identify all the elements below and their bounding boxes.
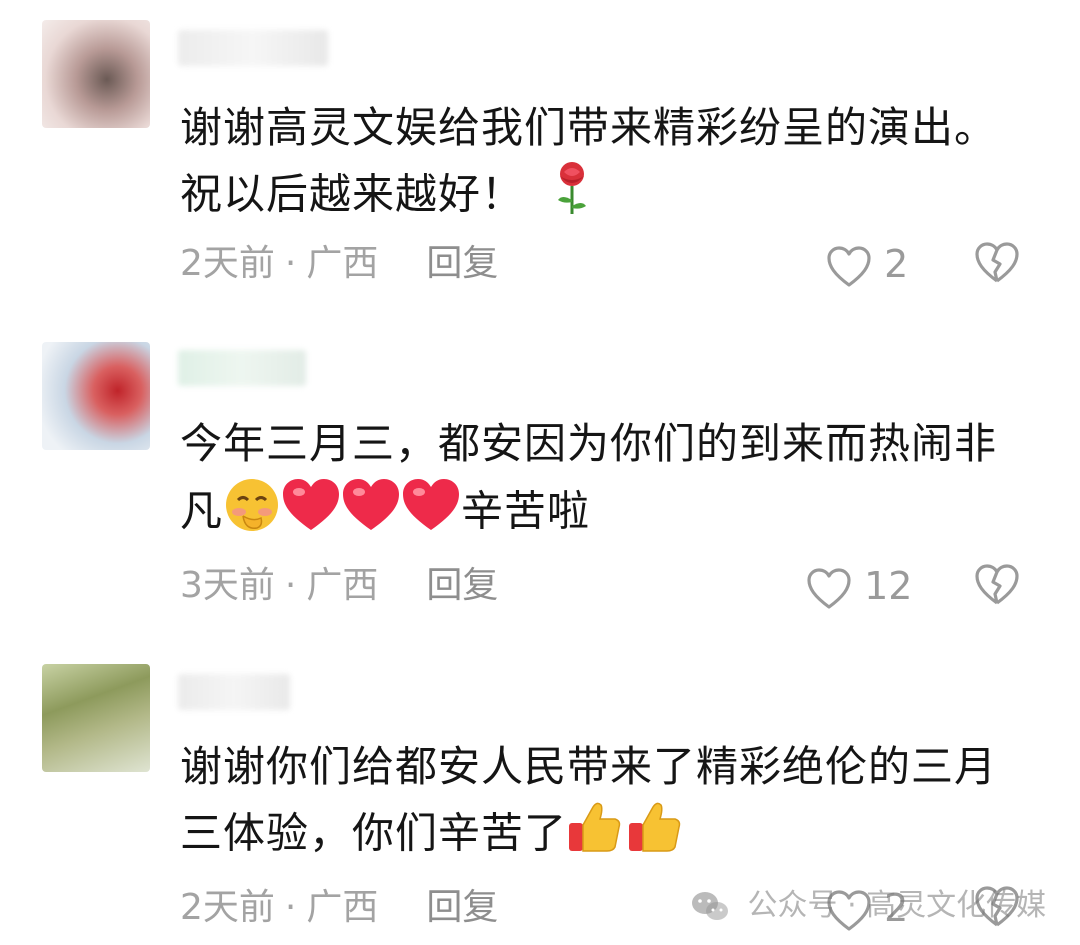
comment-meta: 3天前 · 广西 回复 [180, 562, 498, 610]
heart-icon [827, 245, 871, 287]
comment-text: 谢谢高灵文娱给我们带来精彩纷呈的演出。 祝以后越来越好！ [180, 96, 1050, 234]
timestamp: 3天前 [180, 565, 275, 606]
separator-dot: · [284, 243, 297, 284]
like-button[interactable]: 12 [806, 562, 912, 610]
comment-text: 今年三月三，都安因为你们的到来而热闹非 凡 辛苦啦 [180, 412, 1050, 552]
like-button[interactable]: 2 [826, 240, 908, 288]
thumbs-up-icon [627, 799, 683, 873]
username-blurred[interactable] [178, 30, 328, 66]
watermark-text: 公众号 · 高灵文化传媒 [747, 888, 1047, 923]
separator-dot: · [284, 887, 297, 928]
reply-button[interactable]: 回复 [426, 243, 498, 284]
like-count: 12 [864, 564, 913, 608]
broken-heart-icon [975, 564, 1019, 605]
comment-text-line: 今年三月三，都安因为你们的到来而热闹非 [180, 419, 998, 468]
region-label: 广西 [306, 243, 379, 284]
region-label: 广西 [306, 887, 379, 928]
comment-meta: 2天前 · 广西 回复 [180, 884, 498, 932]
dislike-button[interactable] [974, 242, 1020, 288]
like-count: 2 [884, 242, 909, 286]
comment-text-segment: 辛苦啦 [461, 486, 591, 536]
comment-text-line: 谢谢你们给都安人民带来了精彩绝伦的三月 [180, 742, 998, 791]
comment-meta: 2天前 · 广西 回复 [180, 240, 498, 288]
wechat-icon [692, 891, 728, 920]
rose-icon [552, 160, 592, 234]
timestamp: 2天前 [180, 887, 275, 928]
red-heart-icon [341, 478, 401, 550]
dislike-button[interactable] [974, 564, 1020, 610]
red-heart-icon [401, 478, 461, 550]
thumbs-up-icon [567, 799, 623, 873]
username-blurred[interactable] [178, 674, 290, 710]
avatar[interactable] [42, 342, 150, 450]
comment-text: 谢谢你们给都安人民带来了精彩绝伦的三月 三体验，你们辛苦了 [180, 735, 1050, 873]
avatar[interactable] [42, 664, 150, 772]
avatar[interactable] [42, 20, 150, 128]
blushing-face-icon [223, 476, 281, 552]
comment-text-segment: 祝以后越来越好！ [180, 169, 525, 219]
broken-heart-icon [975, 242, 1019, 283]
red-heart-icon [281, 478, 341, 550]
comment-text-line: 谢谢高灵文娱给我们带来精彩纷呈的演出。 [180, 103, 998, 152]
comment-text-segment: 三体验，你们辛苦了 [180, 808, 568, 858]
comment-text-line: 凡 辛苦啦 [180, 476, 1050, 552]
username-blurred[interactable] [178, 350, 306, 386]
timestamp: 2天前 [180, 243, 275, 284]
heart-icon [807, 567, 851, 609]
separator-dot: · [284, 565, 297, 606]
comment-text-line: 三体验，你们辛苦了 [180, 799, 1050, 873]
watermark: 公众号 · 高灵文化传媒 [690, 880, 1046, 924]
comment-text-line: 祝以后越来越好！ [180, 160, 1050, 234]
comment-text-segment: 凡 [180, 486, 224, 536]
region-label: 广西 [306, 565, 379, 606]
reply-button[interactable]: 回复 [426, 565, 498, 606]
reply-button[interactable]: 回复 [426, 887, 498, 928]
